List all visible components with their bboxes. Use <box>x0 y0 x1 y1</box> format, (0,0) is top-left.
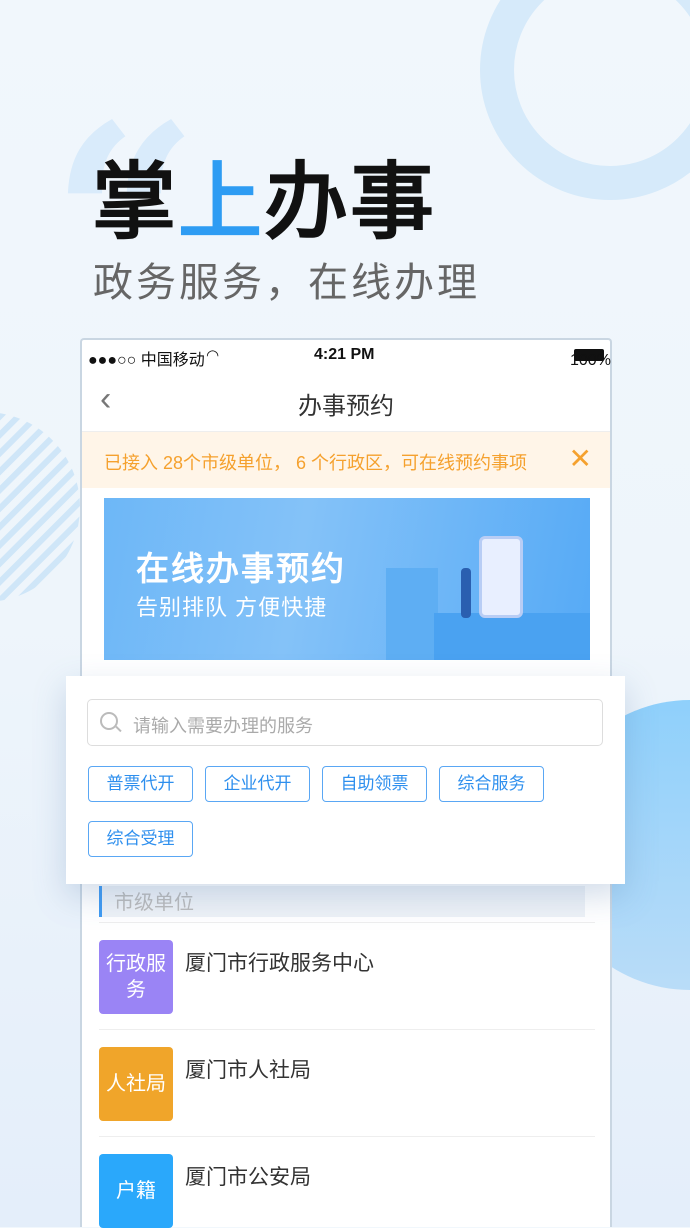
unit-badge: 户籍 <box>99 1154 173 1228</box>
search-icon <box>100 712 118 730</box>
unit-name: 厦门市公安局 <box>185 1166 311 1189</box>
search-input[interactable]: 请输入需要办理的服务 <box>87 699 603 746</box>
tag-button[interactable]: 综合服务 <box>439 766 544 802</box>
wifi-icon: ◠ <box>206 347 220 364</box>
list-item[interactable]: 人社局 厦门市人社局 <box>99 1029 595 1136</box>
unit-badge: 人社局 <box>99 1047 173 1121</box>
unit-name: 厦门市人社局 <box>185 1059 311 1082</box>
notice-bar: 已接入 28个市级单位， 6 个行政区，可在线预约事项 ✕ <box>82 432 610 488</box>
hero-subtitle: 政务服务，在线办理 <box>93 261 480 305</box>
tag-button[interactable]: 企业代开 <box>205 766 310 802</box>
banner-subtitle: 告别排队 方便快捷 <box>136 595 328 620</box>
tag-button[interactable]: 自助领票 <box>322 766 427 802</box>
page-title: 办事预约 <box>298 393 394 420</box>
section-header: 市级单位 <box>99 886 585 917</box>
search-placeholder: 请输入需要办理的服务 <box>133 716 313 736</box>
notice-text: 已接入 28个市级单位， 6 个行政区，可在线预约事项 <box>104 453 528 473</box>
clock: 4:21 PM <box>314 346 375 363</box>
phone-illustration <box>479 536 523 618</box>
decor-stripe-circle <box>0 413 80 601</box>
platform-illustration <box>434 613 590 660</box>
unit-name: 厦门市行政服务中心 <box>185 952 374 975</box>
nav-bar: ‹ 办事预约 <box>82 370 610 432</box>
decor-ring <box>480 0 690 200</box>
banner[interactable]: 在线办事预约 告别排队 方便快捷 <box>104 498 590 660</box>
list-item[interactable]: 行政服务 厦门市行政服务中心 <box>99 922 595 1029</box>
battery-level: 100% <box>570 352 611 369</box>
close-icon[interactable]: ✕ <box>569 442 592 475</box>
person-illustration <box>461 568 471 618</box>
carrier: ●●●○○ 中国移动 <box>88 352 205 369</box>
unit-badge: 行政服务 <box>99 940 173 1014</box>
search-card: 请输入需要办理的服务 普票代开 企业代开 自助领票 综合服务 综合受理 <box>66 676 625 884</box>
tag-button[interactable]: 综合受理 <box>88 821 193 857</box>
building-illustration <box>386 568 438 660</box>
banner-title: 在线办事预约 <box>136 550 346 587</box>
status-bar: ●●●○○ 中国移动 ◠ 4:21 PM 100% <box>82 340 611 370</box>
tag-button[interactable]: 普票代开 <box>88 766 193 802</box>
hero-title: 掌上办事 <box>92 152 437 251</box>
list-item[interactable]: 户籍 厦门市公安局 <box>99 1136 595 1228</box>
